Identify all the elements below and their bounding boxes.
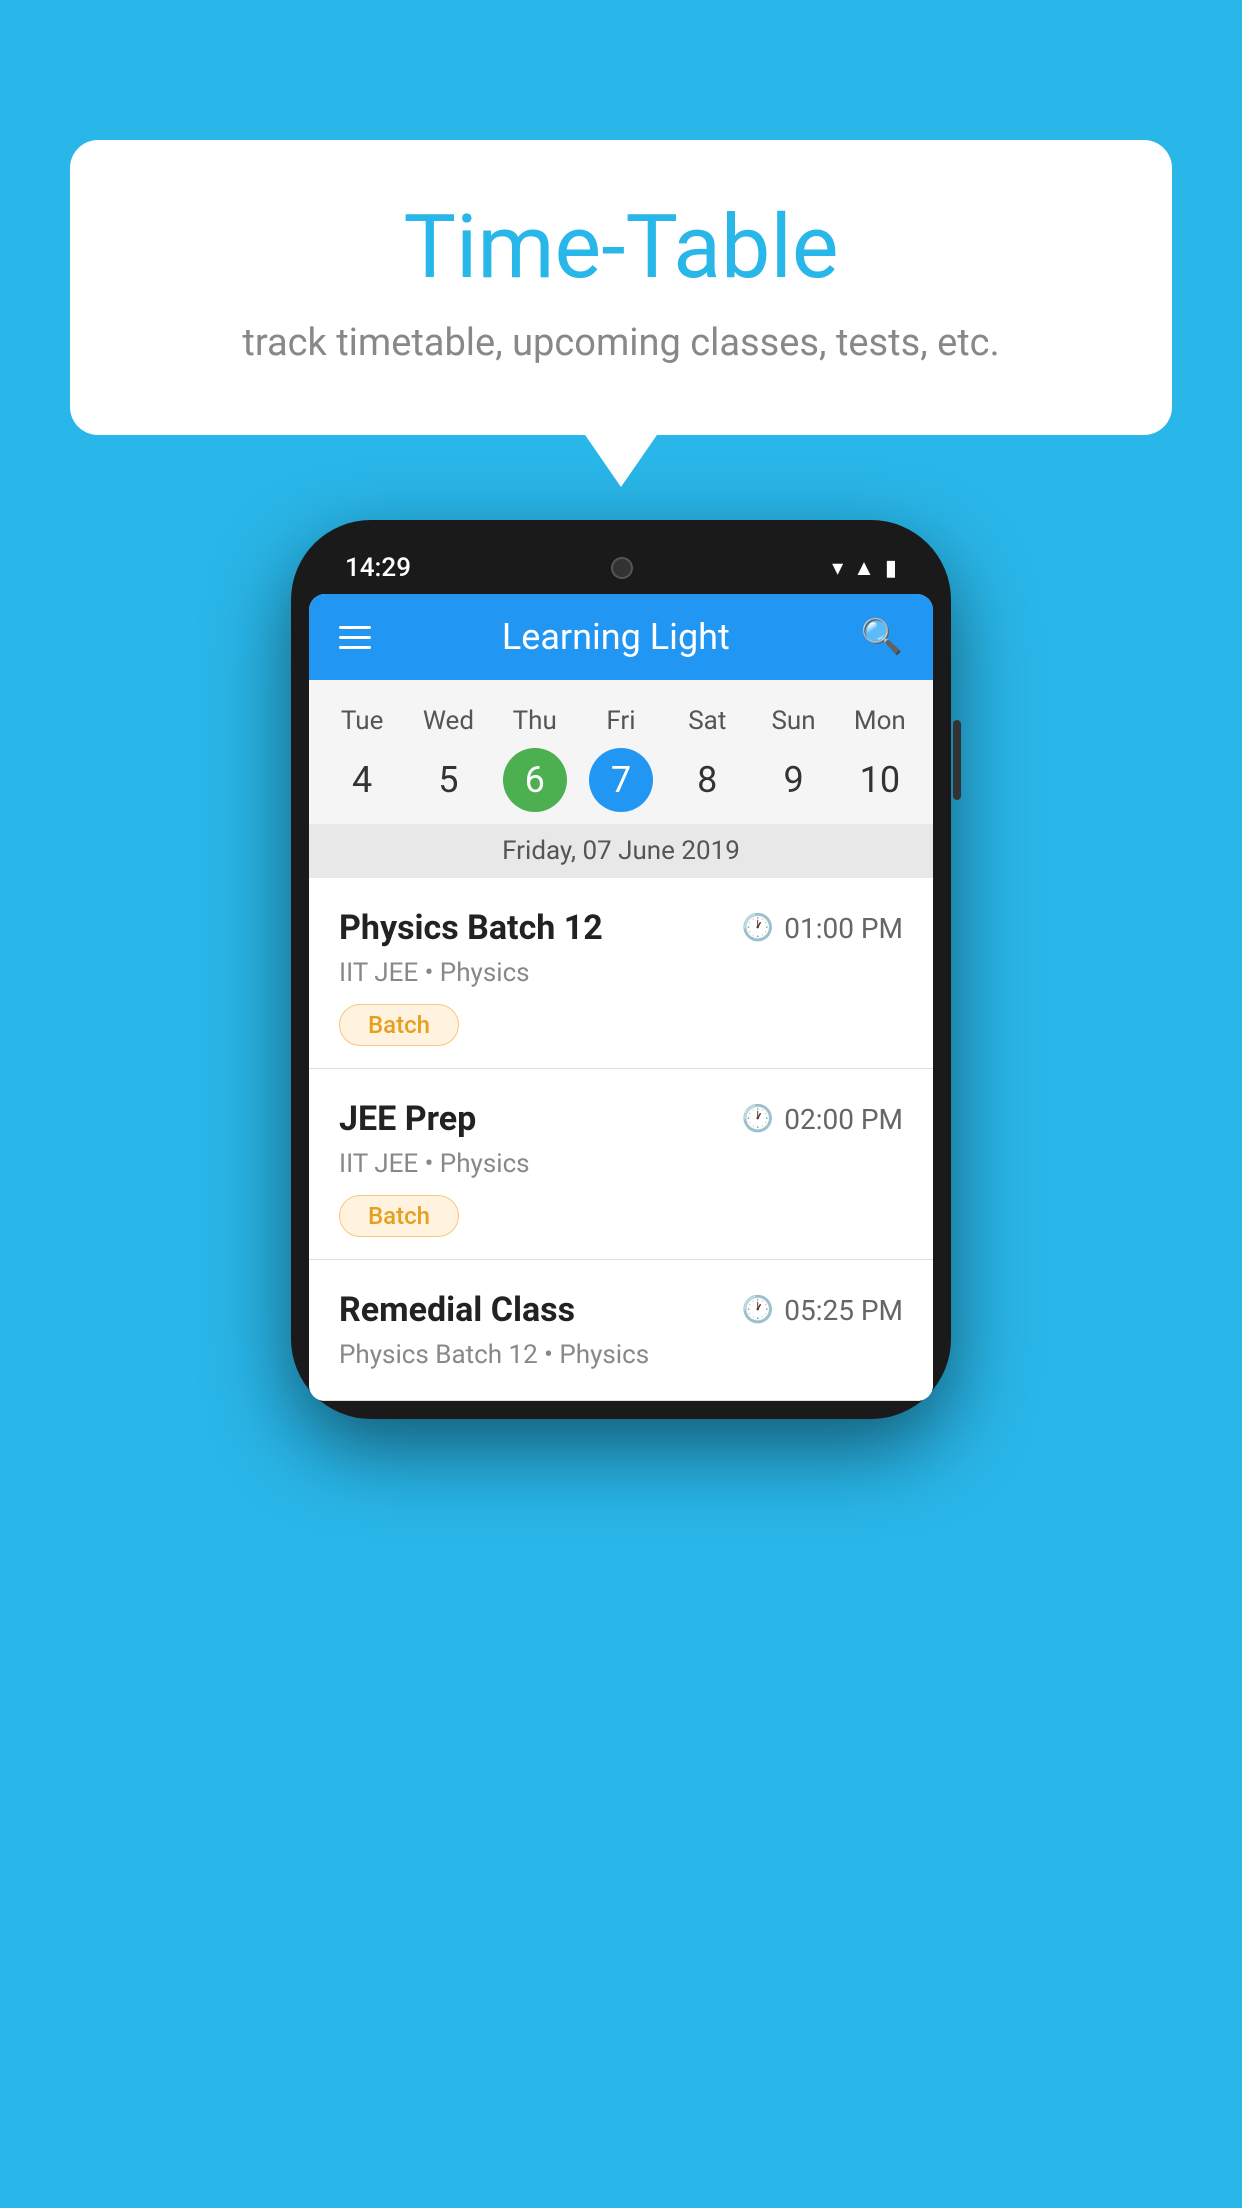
day-name-sun: Sun: [750, 698, 836, 744]
speech-bubble-section: Time-Table track timetable, upcoming cla…: [70, 140, 1172, 435]
calendar-header: Tue Wed Thu Fri Sat Sun Mon 4 5 6 7 8 9 …: [309, 680, 933, 878]
wifi-icon: ▾: [832, 556, 843, 581]
bubble-title: Time-Table: [150, 200, 1092, 297]
clock-icon-1: 🕐: [742, 913, 774, 943]
schedule-item-2[interactable]: JEE Prep 🕐 02:00 PM IIT JEE • Physics Ba…: [309, 1069, 933, 1260]
camera: [611, 557, 633, 579]
hamburger-menu-button[interactable]: [339, 626, 371, 649]
schedule-item-2-tag: Batch: [339, 1195, 459, 1237]
status-time: 14:29: [345, 553, 411, 583]
phone-notch: [562, 547, 682, 589]
speech-bubble: Time-Table track timetable, upcoming cla…: [70, 140, 1172, 435]
day-7-selected[interactable]: 7: [589, 748, 653, 812]
schedule-item-1-time: 🕐 01:00 PM: [742, 912, 903, 945]
schedule-item-3-subtitle: Physics Batch 12 • Physics: [339, 1340, 903, 1370]
schedule-item-2-header: JEE Prep 🕐 02:00 PM: [339, 1099, 903, 1139]
schedule-item-2-title: JEE Prep: [339, 1099, 476, 1139]
schedule-item-3-time: 🕐 05:25 PM: [742, 1294, 903, 1327]
day-5[interactable]: 5: [405, 749, 491, 811]
phone-side-button: [953, 720, 961, 800]
bubble-subtitle: track timetable, upcoming classes, tests…: [150, 321, 1092, 365]
clock-icon-2: 🕐: [742, 1104, 774, 1134]
selected-date-label: Friday, 07 June 2019: [309, 824, 933, 878]
schedule-item-1-tag: Batch: [339, 1004, 459, 1046]
schedule-item-3-header: Remedial Class 🕐 05:25 PM: [339, 1290, 903, 1330]
day-name-sat: Sat: [664, 698, 750, 744]
schedule-item-1-title: Physics Batch 12: [339, 908, 603, 948]
day-name-tue: Tue: [319, 698, 405, 744]
schedule-item-3-title: Remedial Class: [339, 1290, 575, 1330]
day-6-today[interactable]: 6: [503, 748, 567, 812]
schedule-item-2-time: 🕐 02:00 PM: [742, 1103, 903, 1136]
app-bar: Learning Light 🔍: [309, 594, 933, 680]
schedule-item-2-subtitle: IIT JEE • Physics: [339, 1149, 903, 1179]
phone-mockup: 14:29 ▾ ▲ ▮ Learning Light 🔍: [291, 520, 951, 1419]
status-bar: 14:29 ▾ ▲ ▮: [309, 538, 933, 598]
day-10[interactable]: 10: [837, 749, 923, 811]
status-icons: ▾ ▲ ▮: [832, 555, 897, 581]
schedule-item-1-subtitle: IIT JEE • Physics: [339, 958, 903, 988]
day-name-mon: Mon: [837, 698, 923, 744]
signal-icon: ▲: [853, 555, 875, 581]
day-8[interactable]: 8: [664, 749, 750, 811]
day-name-thu: Thu: [492, 698, 578, 744]
day-name-wed: Wed: [405, 698, 491, 744]
day-name-fri: Fri: [578, 698, 664, 744]
schedule-item-3[interactable]: Remedial Class 🕐 05:25 PM Physics Batch …: [309, 1260, 933, 1401]
schedule-list: Physics Batch 12 🕐 01:00 PM IIT JEE • Ph…: [309, 878, 933, 1401]
battery-icon: ▮: [885, 556, 897, 581]
clock-icon-3: 🕐: [742, 1295, 774, 1325]
app-title: Learning Light: [502, 616, 730, 658]
phone-screen: Learning Light 🔍 Tue Wed Thu Fri Sat Sun…: [309, 594, 933, 1401]
schedule-item-1[interactable]: Physics Batch 12 🕐 01:00 PM IIT JEE • Ph…: [309, 878, 933, 1069]
day-numbers-row: 4 5 6 7 8 9 10: [309, 744, 933, 824]
schedule-item-1-header: Physics Batch 12 🕐 01:00 PM: [339, 908, 903, 948]
day-names-row: Tue Wed Thu Fri Sat Sun Mon: [309, 698, 933, 744]
day-4[interactable]: 4: [319, 749, 405, 811]
search-icon[interactable]: 🔍: [861, 617, 903, 657]
day-9[interactable]: 9: [750, 749, 836, 811]
